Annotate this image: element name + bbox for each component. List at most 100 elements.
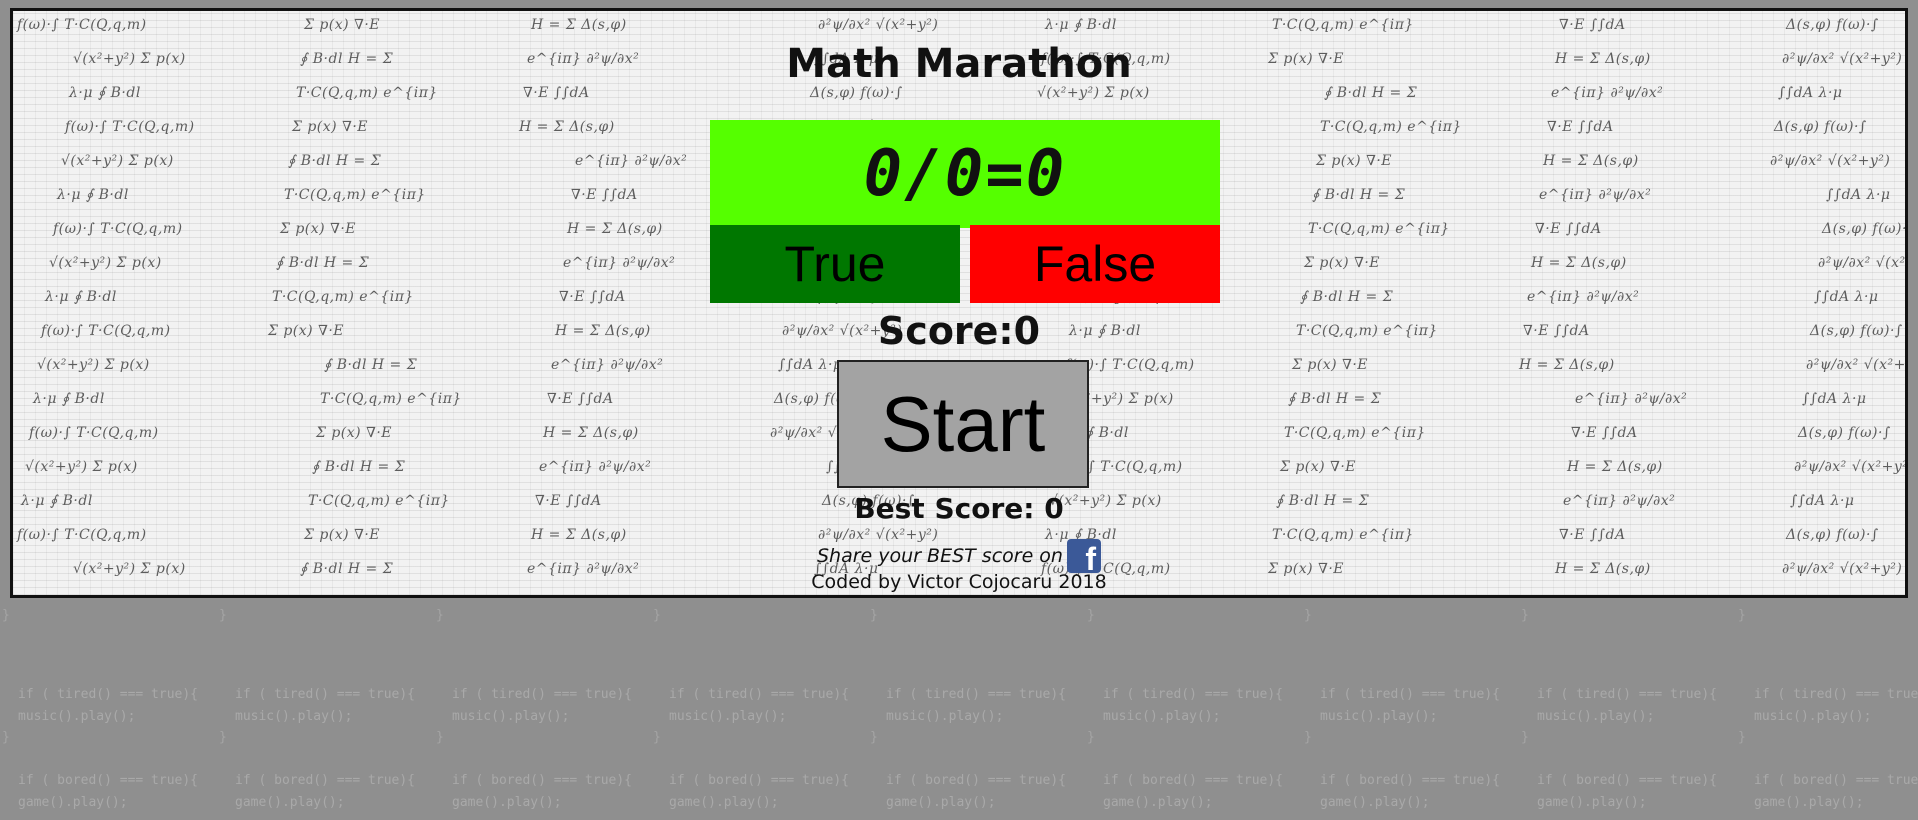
- code-brace: }: [436, 608, 444, 623]
- math-scribble: f(ω)·∫ T·C(Q,q,m): [17, 17, 147, 33]
- math-scribble: e^{iπ} ∂²ψ/∂x²: [1527, 289, 1640, 305]
- code-brace: }: [653, 730, 661, 745]
- math-scribble: Σ p(x) ∇·E: [292, 119, 369, 135]
- code-snippet-bored: if ( bored() === true){ game().play();: [1320, 773, 1501, 810]
- code-brace: }: [219, 730, 227, 745]
- math-scribble: T·C(Q,q,m) e^{iπ}: [320, 391, 462, 407]
- math-scribble: H = Σ Δ(s,φ): [1567, 459, 1663, 475]
- math-scribble: ∮ B·dl H = Σ: [324, 357, 418, 373]
- best-score-display: Best Score: 0: [854, 492, 1064, 525]
- math-scribble: H = Σ Δ(s,φ): [567, 221, 663, 237]
- math-scribble: ∇·E ∫∫dA: [1559, 17, 1626, 33]
- math-scribble: Σ p(x) ∇·E: [280, 221, 357, 237]
- math-scribble: Δ(s,φ) f(ω)·∫: [1822, 221, 1905, 237]
- code-snippet-tired: if ( tired() === true){ music().play();: [18, 687, 199, 724]
- code-brace: }: [1521, 730, 1529, 745]
- math-scribble: ∇·E ∫∫dA: [1571, 425, 1638, 441]
- code-snippet-tired: if ( tired() === true){ music().play();: [452, 687, 633, 724]
- code-snippet-bored: if ( bored() === true){ game().play();: [886, 773, 1067, 810]
- math-scribble: Δ(s,φ) f(ω)·∫: [1774, 119, 1867, 135]
- math-scribble: ∂²ψ/∂x² √(x²+y²): [818, 17, 939, 33]
- math-scribble: √(x²+y²) Σ p(x): [37, 357, 150, 373]
- math-scribble: ∮ B·dl H = Σ: [1312, 187, 1406, 203]
- math-scribble: T·C(Q,q,m) e^{iπ}: [1320, 119, 1462, 135]
- credit-text: Coded by Victor Cojocaru 2018: [811, 571, 1107, 593]
- equation-text: 0/0=0: [863, 137, 1067, 211]
- math-scribble: √(x²+y²) Σ p(x): [25, 459, 138, 475]
- math-scribble: ∮ B·dl H = Σ: [276, 255, 370, 271]
- math-scribble: e^{iπ} ∂²ψ/∂x²: [551, 357, 664, 373]
- math-scribble: ∮ B·dl H = Σ: [288, 153, 382, 169]
- math-scribble: T·C(Q,q,m) e^{iπ}: [1308, 221, 1450, 237]
- code-brace: }: [2, 730, 10, 745]
- math-scribble: e^{iπ} ∂²ψ/∂x²: [575, 153, 688, 169]
- game-title: Math Marathon: [786, 41, 1132, 87]
- code-snippet-tired: if ( tired() === true){ music().play();: [1103, 687, 1284, 724]
- math-scribble: e^{iπ} ∂²ψ/∂x²: [1539, 187, 1652, 203]
- math-scribble: Σ p(x) ∇·E: [316, 425, 393, 441]
- math-scribble: ∫∫dA λ·μ: [1802, 391, 1867, 407]
- code-brace: }: [1304, 730, 1312, 745]
- false-button[interactable]: False: [970, 225, 1220, 303]
- code-snippet-bored: if ( bored() === true){ game().play();: [1103, 773, 1284, 810]
- game-panel: f(ω)·∫ T·C(Q,q,m) Σ p(x) ∇·E H = Σ Δ(s,φ) ∂…: [10, 8, 1908, 598]
- math-scribble: H = Σ Δ(s,φ): [519, 119, 615, 135]
- code-brace: }: [870, 730, 878, 745]
- code-snippet-bored: if ( bored() === true){ game().play();: [1754, 773, 1918, 810]
- math-scribble: ∂²ψ/∂x² √(x²+y²): [1770, 153, 1891, 169]
- true-button[interactable]: True: [710, 225, 960, 303]
- code-brace: }: [653, 608, 661, 623]
- math-scribble: e^{iπ} ∂²ψ/∂x²: [1551, 85, 1664, 101]
- start-button[interactable]: Start: [837, 360, 1089, 488]
- math-scribble: λ·μ ∮ B·dl: [1045, 17, 1117, 33]
- score-display: Score:0: [877, 309, 1041, 353]
- math-scribble: T·C(Q,q,m) e^{iπ}: [1272, 17, 1414, 33]
- code-snippet-tired: if ( tired() === true){ music().play();: [1537, 687, 1718, 724]
- code-snippet-bored: if ( bored() === true){ game().play();: [235, 773, 416, 810]
- code-snippet-tired: if ( tired() === true){ music().play();: [886, 687, 1067, 724]
- math-scribble: λ·μ ∮ B·dl: [45, 289, 117, 305]
- math-scribble: ∮ B·dl H = Σ: [1324, 85, 1418, 101]
- math-scribble: ∫∫dA λ·μ: [778, 357, 843, 373]
- math-scribble: ∮ B·dl H = Σ: [1288, 391, 1382, 407]
- code-snippet-bored: if ( bored() === true){ game().play();: [18, 773, 199, 810]
- code-brace: }: [2, 608, 10, 623]
- code-snippet-tired: if ( tired() === true){ music().play();: [235, 687, 416, 724]
- math-scribble: e^{iπ} ∂²ψ/∂x²: [563, 255, 676, 271]
- code-snippet-tired: if ( tired() === true){ music().play();: [669, 687, 850, 724]
- math-scribble: H = Σ Δ(s,φ): [1519, 357, 1615, 373]
- code-brace: }: [219, 608, 227, 623]
- share-row: Share your BEST score on f: [13, 539, 1905, 575]
- math-scribble: f(ω)·∫ T·C(Q,q,m): [29, 425, 159, 441]
- math-scribble: ∫∫dA λ·μ: [1778, 85, 1843, 101]
- code-brace: }: [436, 730, 444, 745]
- code-pattern-background: if ( tired() === true){ music().play(); i…: [0, 600, 1918, 820]
- math-scribble: √(x²+y²) Σ p(x): [61, 153, 174, 169]
- code-brace: }: [1521, 608, 1529, 623]
- code-brace: }: [870, 608, 878, 623]
- math-scribble: T·C(Q,q,m) e^{iπ}: [1284, 425, 1426, 441]
- math-scribble: e^{iπ} ∂²ψ/∂x²: [539, 459, 652, 475]
- math-scribble: Σ p(x) ∇·E: [1316, 153, 1393, 169]
- math-scribble: ∇·E ∫∫dA: [1547, 119, 1614, 135]
- code-snippet-bored: if ( bored() === true){ game().play();: [1537, 773, 1718, 810]
- code-brace: }: [1738, 608, 1746, 623]
- math-scribble: ∫∫dA λ·μ: [1814, 289, 1879, 305]
- code-brace: }: [1738, 730, 1746, 745]
- code-snippet-tired: if ( tired() === true){ music().play();: [1320, 687, 1501, 724]
- math-scribble: f(ω)·∫ T·C(Q,q,m): [65, 119, 195, 135]
- math-scribble: H = Σ Δ(s,φ): [543, 425, 639, 441]
- math-scribble: ∇·E ∫∫dA: [523, 85, 590, 101]
- math-scribble: ∂²ψ/∂x² √(x²+y²): [1794, 459, 1905, 475]
- math-scribble: T·C(Q,q,m) e^{iπ}: [296, 85, 438, 101]
- code-snippet-bored: if ( bored() === true){ game().play();: [452, 773, 633, 810]
- equation-display: 0/0=0: [710, 120, 1220, 228]
- math-scribble: ∂²ψ/∂x² √(x²+y²): [1818, 255, 1905, 271]
- share-text: Share your BEST score on: [817, 545, 1063, 567]
- code-brace: }: [1087, 608, 1095, 623]
- code-snippet-tired: if ( tired() === true){ music().play();: [1754, 687, 1918, 724]
- math-scribble: H = Σ Δ(s,φ): [531, 17, 627, 33]
- math-scribble: Δ(s,φ) f(ω)·∫: [1786, 17, 1879, 33]
- facebook-icon[interactable]: f: [1066, 539, 1101, 575]
- math-scribble: f(ω)·∫ T·C(Q,q,m): [53, 221, 183, 237]
